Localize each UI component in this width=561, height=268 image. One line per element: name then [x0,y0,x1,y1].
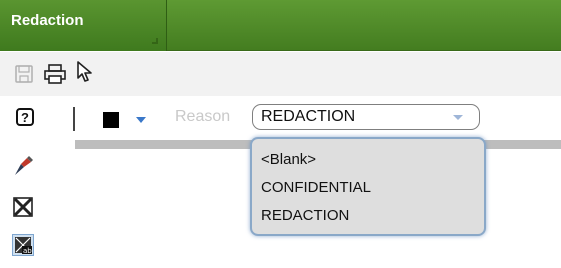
save-icon[interactable] [15,65,33,83]
fill-color-swatch[interactable] [103,112,119,128]
reason-label: Reason [175,108,231,125]
dropdown-option[interactable]: CONFIDENTIAL [261,179,371,196]
help-icon[interactable]: ? [16,108,34,126]
dropdown-option[interactable]: <Blank> [261,151,316,168]
redaction-tab[interactable]: Redaction [0,0,167,51]
redaction-pen-icon[interactable] [12,155,34,177]
print-icon[interactable] [44,64,66,84]
left-strip [0,140,75,149]
header-title: Redaction [11,12,84,29]
toolbar-row-1 [0,52,561,96]
dropdown-arrow-icon[interactable] [453,115,463,120]
reason-dropdown-list: <Blank> CONFIDENTIAL REDACTION [250,137,486,236]
reason-select-value: REDACTION [261,108,356,125]
redaction-box-icon[interactable] [12,196,34,218]
pointer-icon[interactable] [76,61,94,83]
dropdown-option[interactable]: REDACTION [261,207,349,224]
reason-select[interactable]: REDACTION [252,104,480,130]
redaction-text-icon[interactable]: ab [12,234,34,256]
resize-grip-icon[interactable] [152,38,158,44]
toolbar-row-2: ? Reason REDACTION [0,96,561,140]
svg-text:ab: ab [23,247,32,255]
app-header: Redaction [0,0,561,51]
toolbar-separator [73,107,75,131]
chevron-down-icon[interactable] [136,117,146,123]
